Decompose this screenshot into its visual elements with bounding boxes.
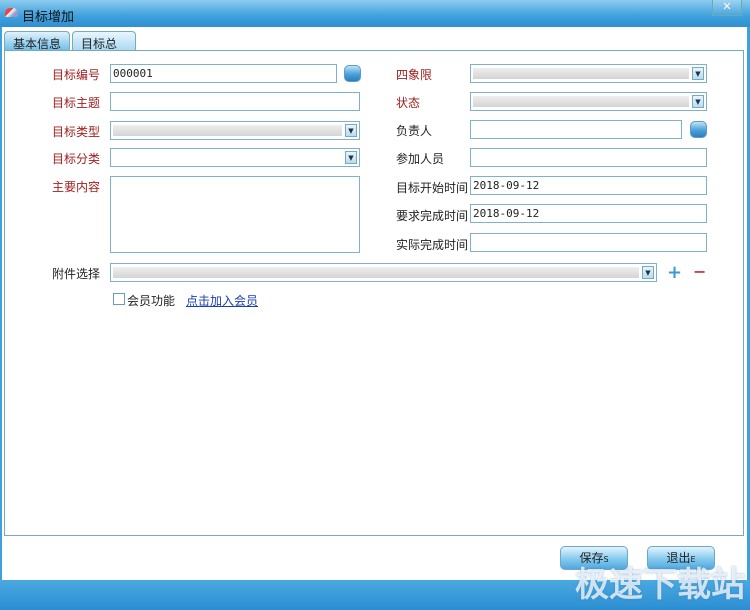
goal-no-picker-button[interactable]: [344, 65, 361, 82]
quadrant-select[interactable]: ▼: [470, 64, 707, 83]
chevron-down-icon[interactable]: ▼: [345, 124, 357, 137]
status-select[interactable]: ▼: [470, 92, 707, 111]
add-attachment-icon[interactable]: +: [667, 262, 682, 283]
close-button[interactable]: ✕: [712, 0, 742, 16]
window-title: 目标增加: [22, 10, 75, 25]
required-date-input[interactable]: 2018-09-12: [470, 204, 707, 223]
owner-label: 负责人: [396, 124, 433, 138]
required-date-label: 要求完成时间: [396, 209, 469, 223]
chevron-down-icon[interactable]: ▼: [642, 266, 654, 279]
content-label: 主要内容: [52, 180, 101, 194]
participants-label: 参加人员: [396, 152, 445, 166]
actual-date-input[interactable]: [470, 233, 707, 252]
quadrant-label: 四象限: [396, 68, 433, 82]
chevron-down-icon[interactable]: ▼: [692, 95, 704, 108]
category-select[interactable]: ▼: [110, 148, 360, 167]
participants-input[interactable]: [470, 148, 707, 167]
type-select[interactable]: ▼: [110, 121, 360, 140]
start-date-label: 目标开始时间: [396, 181, 469, 195]
goal-no-label: 目标编号: [52, 68, 101, 82]
app-icon: [5, 8, 18, 17]
chevron-down-icon[interactable]: ▼: [692, 67, 704, 80]
subject-input[interactable]: [110, 92, 360, 111]
watermark: 极速下载站: [575, 565, 745, 605]
status-label: 状态: [396, 96, 421, 110]
title-bar: [0, 0, 750, 27]
attachment-label: 附件选择: [52, 267, 101, 281]
member-checkbox[interactable]: [113, 293, 125, 305]
start-date-input[interactable]: 2018-09-12: [470, 176, 707, 195]
tab-basic-info[interactable]: 基本信息: [4, 31, 70, 51]
remove-attachment-icon[interactable]: −: [693, 262, 706, 281]
goal-no-input[interactable]: 000001: [110, 64, 337, 83]
attachment-select[interactable]: ▼: [110, 263, 657, 282]
member-checkbox-label: 会员功能: [127, 294, 176, 308]
chevron-down-icon[interactable]: ▼: [345, 151, 357, 164]
subject-label: 目标主题: [52, 96, 101, 110]
owner-picker-button[interactable]: [690, 121, 707, 138]
join-member-link[interactable]: 点击加入会员: [186, 292, 258, 309]
actual-date-label: 实际完成时间: [396, 238, 469, 252]
type-label: 目标类型: [52, 125, 101, 139]
category-label: 目标分类: [52, 152, 101, 166]
content-textarea[interactable]: [110, 176, 360, 253]
owner-input[interactable]: [470, 120, 682, 139]
tab-goal-summary[interactable]: 目标总结: [72, 31, 136, 68]
